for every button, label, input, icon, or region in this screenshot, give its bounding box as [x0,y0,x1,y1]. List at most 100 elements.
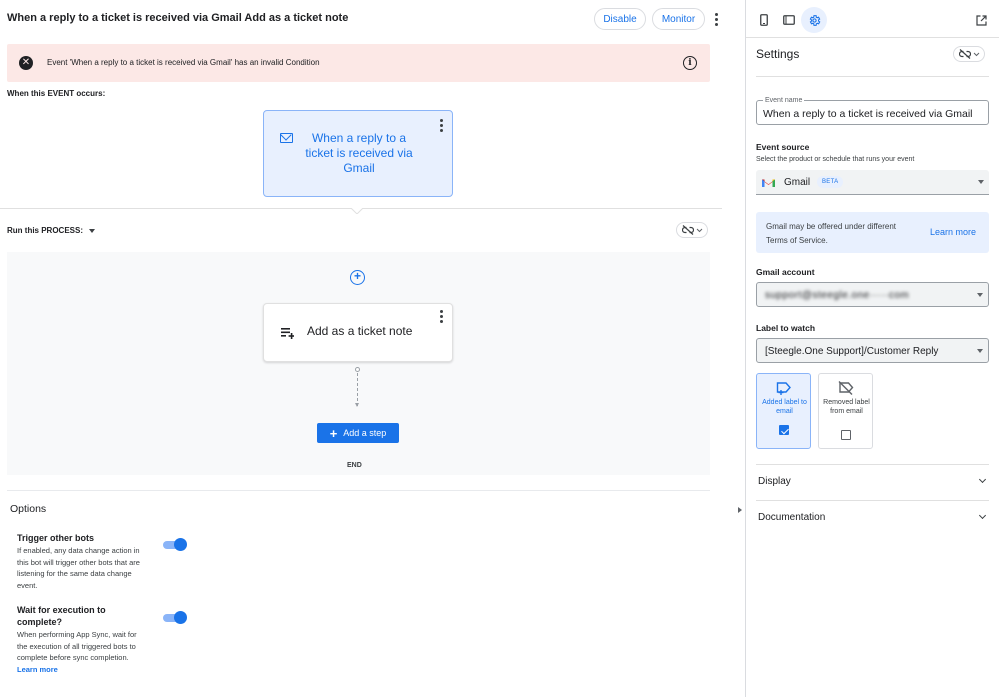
tablet-preview-tab[interactable] [778,9,800,31]
chevron-down-icon [978,475,987,484]
more-options-icon[interactable] [709,11,722,27]
options-divider [7,490,710,491]
divider-notch [351,208,363,214]
chevron-down-icon [973,52,979,56]
option-description: When performing App Sync, wait for the e… [17,630,137,662]
collapse-panel-icon[interactable] [738,507,742,513]
label-to-watch-select[interactable]: [Steegle.One Support]/Customer Reply [756,338,989,363]
chevron-down-icon [977,293,983,297]
display-section-toggle[interactable]: Display [758,474,989,490]
terms-learn-more-link[interactable]: Learn more [930,227,976,237]
bot-title: When a reply to a ticket is received via… [7,12,349,24]
gear-icon [809,14,820,26]
event-card-text: When a reply to a ticket is received via… [305,131,413,175]
beta-badge: BETA [817,176,844,188]
event-section-label: When this EVENT occurs: [7,89,106,98]
chevron-down-icon [978,511,987,520]
end-label: END [347,462,362,469]
gmail-account-value: support@steegle.one·····com [765,290,910,301]
terms-info-box: Gmail may be offered under different Ter… [756,212,989,253]
chevron-down-icon [89,228,96,233]
event-source-select[interactable]: Gmail BETA [756,170,989,195]
option-title: Wait for execution to complete? [17,605,106,627]
add-circle-icon[interactable]: + [350,270,365,285]
step-connector [357,368,358,406]
error-banner: ✕ Event 'When a reply to a ticket is rec… [7,44,710,82]
trigger-other-bots-toggle[interactable] [163,538,187,551]
monitor-button[interactable]: Monitor [652,8,705,30]
settings-divider [756,76,989,77]
removed-label-checkbox[interactable] [841,430,851,440]
settings-tab[interactable] [801,7,827,33]
chevron-down-icon [696,228,702,232]
event-name-label: Event name [763,97,805,104]
documentation-section-title: Documentation [758,512,826,523]
event-name-field[interactable]: Event name When a reply to a ticket is r… [756,97,989,125]
gmail-account-heading: Gmail account [756,267,815,277]
settings-link-toggle[interactable] [953,46,985,62]
settings-title: Settings [756,47,800,61]
documentation-section-toggle[interactable]: Documentation [758,510,989,526]
step-card[interactable]: Add as a ticket note [263,303,453,362]
process-section-label[interactable]: Run this PROCESS: [7,226,96,235]
option-wait-for-execution: Wait for execution to complete? When per… [17,604,142,675]
event-card[interactable]: When a reply to a ticket is received via… [263,110,453,197]
event-source-subtext: Select the product or schedule that runs… [756,156,915,163]
panel-tabs [746,0,999,38]
error-message: Event 'When a reply to a ticket is recei… [47,58,320,67]
settings-divider [756,464,989,465]
added-label-option[interactable]: Added label to email [756,373,811,449]
gmail-account-select[interactable]: support@steegle.one·····com [756,282,989,307]
option-trigger-other-bots: Trigger other bots If enabled, any data … [17,532,147,591]
terms-info-text: Gmail may be offered under different Ter… [766,222,896,245]
bot-editor-pane: When a reply to a ticket is received via… [0,0,722,697]
tablet-icon [783,15,795,25]
event-name-value: When a reply to a ticket is received via… [763,108,973,120]
label-add-icon [776,382,791,395]
process-label-text: Run this PROCESS: [7,226,84,235]
open-in-new-tab[interactable] [970,9,992,31]
wait-for-execution-toggle[interactable] [163,611,187,624]
display-section-title: Display [758,476,791,487]
toggle-knob [174,538,187,551]
settings-divider [756,500,989,501]
link-off-icon [681,225,694,235]
info-icon[interactable]: i [683,56,697,70]
connector-handle[interactable] [355,367,360,372]
event-card-menu-icon[interactable] [434,117,448,133]
add-step-button[interactable]: + Add a step [317,423,399,443]
link-off-icon [958,49,971,59]
step-card-menu-icon[interactable] [434,308,448,324]
chevron-down-icon [977,349,983,353]
note-add-icon [281,328,294,339]
mail-icon [280,133,293,143]
removed-label-option[interactable]: Removed label from email [818,373,873,449]
event-source-value: Gmail [784,177,811,188]
added-label-checkbox[interactable] [779,425,789,435]
step-label: Add as a ticket note [307,324,413,338]
removed-label-text: Removed label from email [823,399,870,415]
option-description: If enabled, any data change action in th… [17,546,140,590]
process-link-toggle[interactable] [676,222,708,238]
gmail-logo-icon [762,179,775,187]
label-off-icon [838,381,854,395]
added-label-text: Added label to email [762,399,807,415]
add-step-label: Add a step [343,428,387,438]
learn-more-link[interactable]: Learn more [17,664,142,676]
connector-arrow-icon [355,403,359,407]
plus-icon: + [329,425,338,441]
event-source-heading: Event source [756,142,810,152]
option-title: Trigger other bots [17,533,95,543]
chevron-down-icon [978,180,984,184]
phone-icon [760,14,768,26]
process-canvas: + Add as a ticket note + Add a step END [7,252,710,475]
settings-panel: Settings Event name When a reply to a ti… [746,0,999,697]
label-to-watch-value: [Steegle.One Support]/Customer Reply [765,346,939,357]
options-title: Options [10,503,47,515]
open-in-new-icon [975,14,987,26]
label-to-watch-heading: Label to watch [756,323,816,333]
disable-button[interactable]: Disable [594,8,646,30]
mobile-preview-tab[interactable] [753,9,775,31]
error-icon: ✕ [19,56,33,70]
toggle-knob [174,611,187,624]
